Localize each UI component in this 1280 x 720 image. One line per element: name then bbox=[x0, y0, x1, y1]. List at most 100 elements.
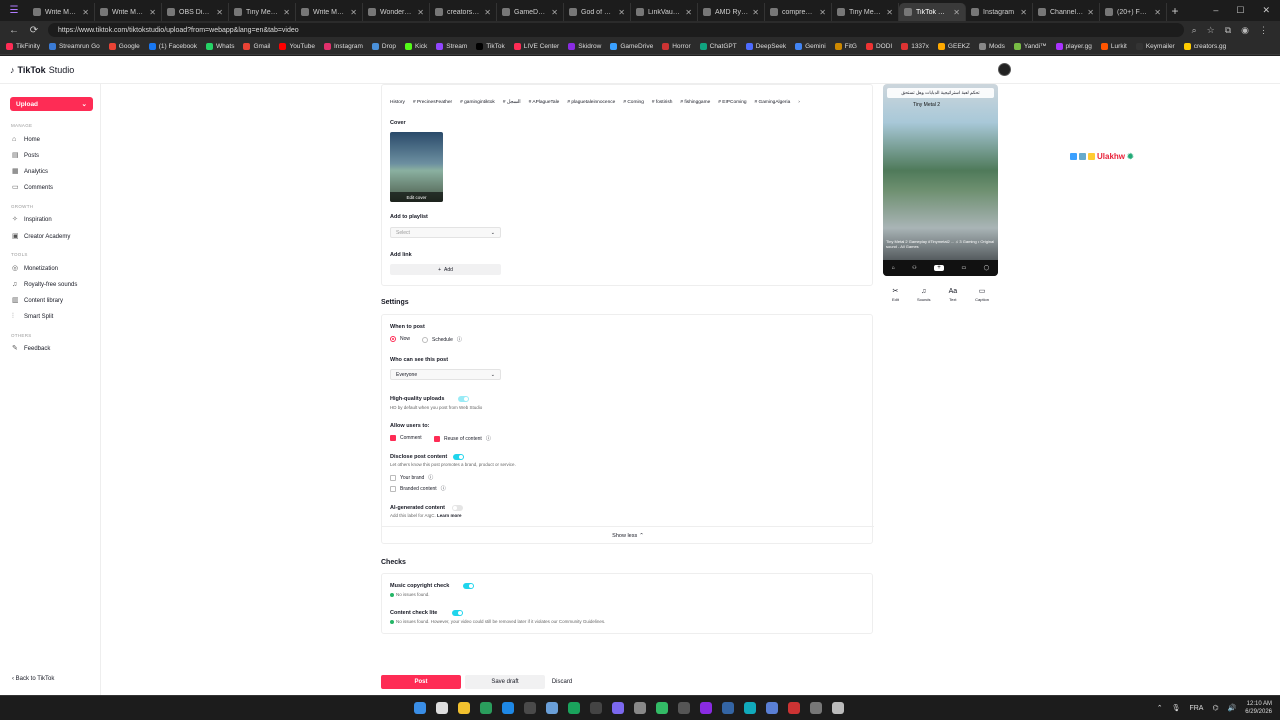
clock[interactable]: 12:10 AM 6/29/2026 bbox=[1245, 700, 1272, 716]
browser-tab[interactable]: God of War A✕ bbox=[564, 3, 631, 21]
allow-reuse-checkbox[interactable]: Reuse of content ⓘ bbox=[434, 435, 491, 442]
edge-icon[interactable] bbox=[502, 702, 514, 714]
browser-tab[interactable]: Write Multiple ✕ bbox=[95, 3, 162, 21]
zoom-icon[interactable]: ⌕ bbox=[1192, 25, 1197, 36]
hashtag-chip[interactable]: History bbox=[390, 100, 405, 105]
disclose-toggle[interactable] bbox=[453, 454, 464, 460]
bookmark-item[interactable]: player.gg bbox=[1055, 43, 1092, 50]
branded-content-checkbox[interactable]: Branded content ⓘ bbox=[390, 485, 446, 492]
bookmark-item[interactable]: Keymailer bbox=[1135, 43, 1175, 50]
sidebar-item-royalty-free-sounds[interactable]: ♫ Royalty-free sounds bbox=[12, 281, 77, 288]
bookmark-item[interactable]: TikFinity bbox=[6, 43, 40, 50]
sidebar-item-home[interactable]: ⌂ Home bbox=[12, 136, 40, 143]
app-icon[interactable] bbox=[700, 702, 712, 714]
bookmark-item[interactable]: Gmail bbox=[243, 43, 270, 50]
tool-caption[interactable]: ▭ Caption bbox=[975, 288, 989, 302]
hashtag-chip[interactable]: # EIPComing bbox=[718, 100, 746, 105]
close-tab-icon[interactable]: ✕ bbox=[149, 8, 156, 17]
cover-thumbnail[interactable]: Edit cover bbox=[390, 132, 443, 202]
close-tab-icon[interactable]: ✕ bbox=[685, 8, 692, 17]
bookmark-item[interactable]: Yandi™ bbox=[1013, 43, 1047, 50]
bookmark-item[interactable]: LIVE Center bbox=[513, 43, 559, 50]
sidebar-item-content-library[interactable]: ▥ Content library bbox=[12, 297, 63, 304]
chrome-icon[interactable] bbox=[524, 702, 536, 714]
settings-icon[interactable] bbox=[546, 702, 558, 714]
search-icon[interactable] bbox=[436, 702, 448, 714]
extensions-icon[interactable]: ⧉ bbox=[1225, 25, 1231, 36]
browser-tab[interactable]: Instagram ✕ bbox=[966, 3, 1033, 21]
close-tab-icon[interactable]: ✕ bbox=[417, 8, 424, 17]
close-tab-icon[interactable]: ✕ bbox=[953, 8, 960, 17]
bookmark-item[interactable]: Instagram bbox=[324, 43, 363, 50]
save-draft-button[interactable]: Save draft bbox=[465, 675, 545, 689]
game-icon[interactable] bbox=[480, 702, 492, 714]
bookmark-item[interactable]: Lurkit bbox=[1100, 43, 1127, 50]
post-now-radio[interactable]: Now bbox=[390, 336, 410, 342]
edit-cover-button[interactable]: Edit cover bbox=[390, 192, 443, 202]
profile-icon[interactable]: ◉ bbox=[1241, 25, 1249, 36]
back-to-tiktok-link[interactable]: ‹ Back to TikTok bbox=[12, 676, 54, 682]
hashtag-chip[interactable]: # plaguetaleinnocence bbox=[567, 100, 615, 105]
upload-button[interactable]: Upload ⌄ bbox=[10, 97, 93, 111]
bookmark-star-icon[interactable]: ☆ bbox=[1207, 25, 1215, 36]
hashtag-chip[interactable]: # gamingintiktok bbox=[460, 100, 495, 105]
bookmark-item[interactable]: Mods bbox=[978, 43, 1005, 50]
file-explorer-icon[interactable] bbox=[458, 702, 470, 714]
more-icon[interactable]: ⋮ bbox=[1259, 25, 1268, 36]
obs-icon[interactable] bbox=[656, 702, 668, 714]
learn-more-link[interactable]: Learn more bbox=[437, 513, 462, 518]
close-tab-icon[interactable]: ✕ bbox=[819, 8, 826, 17]
sidebar-item-creator-academy[interactable]: ▣ Creator Academy bbox=[12, 233, 70, 240]
bookmark-item[interactable]: Streamrun Go bbox=[48, 43, 100, 50]
app-icon[interactable] bbox=[634, 702, 646, 714]
lang-indicator[interactable]: FRA bbox=[1189, 705, 1203, 712]
hashtag-chip[interactable]: # السجل bbox=[503, 100, 521, 105]
xbox-icon[interactable] bbox=[568, 702, 580, 714]
discord-icon[interactable] bbox=[612, 702, 624, 714]
app-icon[interactable] bbox=[722, 702, 734, 714]
windows-start-icon[interactable] bbox=[414, 702, 426, 714]
hashtag-chip[interactable]: # PrecinesFeather bbox=[413, 100, 452, 105]
mic-icon[interactable]: 🎙 bbox=[1172, 704, 1181, 712]
sidebar-item-feedback[interactable]: ✎ Feedback bbox=[12, 345, 50, 352]
sidebar-item-smart-split[interactable]: ⫶ Smart Split bbox=[12, 313, 53, 320]
browser-tab[interactable]: Tiny Metal 2 Tr ✕ bbox=[229, 3, 296, 21]
close-tab-icon[interactable]: ✕ bbox=[551, 8, 558, 17]
sidebar-item-posts[interactable]: ▤ Posts bbox=[12, 152, 39, 159]
close-icon[interactable]: ✕ bbox=[1262, 5, 1270, 16]
back-arrow-icon[interactable]: ← bbox=[8, 25, 20, 36]
app-icon[interactable] bbox=[832, 702, 844, 714]
hashtag-chip[interactable]: # fishinggame bbox=[680, 100, 710, 105]
bookmark-item[interactable]: TikTok bbox=[476, 43, 505, 50]
browser-tab[interactable]: TikTok Studio ✕ bbox=[899, 3, 966, 21]
browser-tab[interactable]: GameDrive - E✕ bbox=[497, 3, 564, 21]
browser-tab[interactable]: Write Multiple ✕ bbox=[28, 3, 95, 21]
bookmark-item[interactable]: DODI bbox=[865, 43, 892, 50]
bookmark-item[interactable]: Drop bbox=[371, 43, 396, 50]
hashtag-chip[interactable]: # GamingAlgeria bbox=[755, 100, 791, 105]
bookmark-item[interactable]: ChatGPT bbox=[699, 43, 737, 50]
music-check-toggle[interactable] bbox=[463, 583, 474, 589]
url-field[interactable]: https://www.tiktok.com/tiktokstudio/uplo… bbox=[48, 23, 1184, 37]
close-tab-icon[interactable]: ✕ bbox=[350, 8, 357, 17]
browser-tab[interactable]: OBS Disk Spa ✕ bbox=[162, 3, 229, 21]
sidebar-item-inspiration[interactable]: ✧ Inspiration bbox=[12, 216, 52, 223]
app-icon[interactable] bbox=[810, 702, 822, 714]
visibility-select[interactable]: Everyone ⌄ bbox=[390, 369, 501, 380]
bookmark-item[interactable]: FitG bbox=[834, 43, 857, 50]
sidebar-item-analytics[interactable]: ▦ Analytics bbox=[12, 168, 48, 175]
avatar[interactable] bbox=[998, 63, 1011, 76]
close-tab-icon[interactable]: ✕ bbox=[752, 8, 759, 17]
playlist-select[interactable]: Select ⌄ bbox=[390, 227, 501, 238]
content-check-toggle[interactable] bbox=[452, 610, 463, 616]
bookmark-item[interactable]: DeepSeek bbox=[745, 43, 786, 50]
hashtag-chip[interactable]: # fostirish bbox=[652, 100, 673, 105]
app-icon[interactable] bbox=[590, 702, 602, 714]
video-preview[interactable]: تحكم لعبة استراتيجية الدبابات وهل تستحق … bbox=[883, 84, 998, 276]
bookmark-item[interactable]: Google bbox=[108, 43, 140, 50]
close-tab-icon[interactable]: ✕ bbox=[82, 8, 89, 17]
app-icon[interactable] bbox=[744, 702, 756, 714]
bookmark-item[interactable]: YouTube bbox=[279, 43, 315, 50]
bookmark-item[interactable]: Stream bbox=[436, 43, 467, 50]
show-less-button[interactable]: Show less ⌃ bbox=[382, 526, 874, 544]
